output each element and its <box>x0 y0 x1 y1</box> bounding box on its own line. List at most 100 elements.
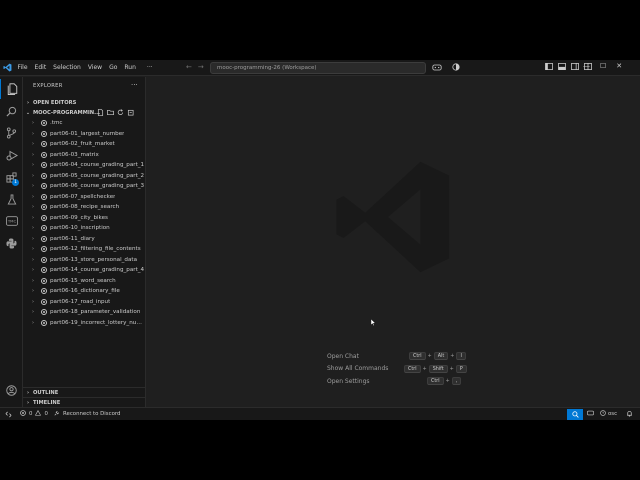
chevron-right-icon: › <box>32 298 34 305</box>
menu-go[interactable]: Go <box>106 64 121 71</box>
tree-item[interactable]: › part06-02_fruit_market <box>23 139 146 150</box>
chevron-right-icon: › <box>32 193 34 200</box>
chevron-right-icon: › <box>32 288 34 295</box>
tree-item[interactable]: › part06-03_matrix <box>23 150 146 161</box>
testing-icon[interactable] <box>0 189 23 209</box>
tree-item[interactable]: › part06-07_spellchecker <box>23 192 146 203</box>
tree-item[interactable]: › part06-06_course_grading_part_3 <box>23 181 146 192</box>
shortcut-label: Show All Commands <box>327 365 389 372</box>
folder-icon <box>41 246 47 253</box>
tree-item[interactable]: › part06-16_dictionary_file <box>23 286 146 297</box>
outline-section[interactable]: › OUTLINE <box>23 387 146 397</box>
tree-item[interactable]: › .tmc <box>23 118 146 129</box>
warning-icon <box>35 409 42 418</box>
folder-icon <box>41 256 47 263</box>
tmc-icon[interactable]: TMC <box>0 211 23 231</box>
tree-item[interactable]: › part06-14_course_grading_part_4 <box>23 265 146 276</box>
search-icon[interactable] <box>0 101 23 121</box>
back-arrow-icon[interactable]: ← <box>186 63 192 71</box>
account-icon[interactable] <box>0 380 23 400</box>
menu-file[interactable]: File <box>14 64 31 71</box>
discord-status[interactable]: Reconnect to Discord <box>54 408 120 420</box>
tree-item[interactable]: › part06-05_course_grading_part_2 <box>23 171 146 182</box>
folder-icon <box>41 193 47 200</box>
workspace-section[interactable]: ⌄ MOOC-PROGRAMMIN... <box>23 108 146 118</box>
tree-item-label: part06-07_spellchecker <box>50 193 116 200</box>
folder-icon <box>41 277 47 284</box>
chevron-right-icon: › <box>32 141 34 148</box>
explorer-title: EXPLORER <box>33 83 63 89</box>
toggle-panel-icon[interactable] <box>558 63 566 72</box>
key: Ctrl <box>404 364 421 373</box>
tree-item[interactable]: › part06-17_road_input <box>23 297 146 308</box>
timeline-section[interactable]: › TIMELINE <box>23 397 146 407</box>
folder-icon <box>41 130 47 137</box>
remote-indicator-icon[interactable] <box>0 408 16 420</box>
toggle-primary-sidebar-icon[interactable] <box>545 63 553 72</box>
menu-view[interactable]: View <box>84 64 105 71</box>
notifications-bell-icon[interactable] <box>626 410 633 419</box>
new-folder-icon[interactable] <box>107 109 114 118</box>
collapse-all-icon[interactable] <box>127 109 134 118</box>
chevron-right-icon: › <box>32 162 34 169</box>
accounts-icon[interactable] <box>452 63 460 74</box>
tree-item[interactable]: › part06-15_word_search <box>23 276 146 287</box>
mouse-cursor-icon <box>370 311 376 330</box>
explorer-icon[interactable] <box>0 79 23 99</box>
folder-icon <box>41 298 47 305</box>
key: Ctrl <box>409 352 426 360</box>
maximize-icon[interactable]: ☐ <box>600 62 606 70</box>
tree-item[interactable]: › part06-18_parameter_validation <box>23 307 146 318</box>
command-center[interactable]: mooc-programming-26 (Workspace) <box>210 62 426 74</box>
new-file-icon[interactable] <box>97 108 104 118</box>
chevron-right-icon: › <box>26 389 30 396</box>
tree-item[interactable]: › part06-08_recipe_search <box>23 202 146 213</box>
zoom-icon[interactable] <box>567 408 583 420</box>
refresh-icon[interactable] <box>117 108 124 118</box>
python-icon[interactable] <box>0 233 23 253</box>
tree-item-label: part06-08_recipe_search <box>50 204 120 211</box>
tree-item[interactable]: › part06-01_largest_number <box>23 129 146 140</box>
chevron-right-icon: › <box>32 256 34 263</box>
chevron-right-icon: › <box>32 183 34 190</box>
discord-label: Reconnect to Discord <box>63 411 121 417</box>
minimize-icon[interactable]: — <box>583 62 590 70</box>
forward-arrow-icon[interactable]: → <box>198 63 204 71</box>
folder-icon <box>41 267 47 274</box>
nav-arrows: ← → <box>186 63 204 71</box>
menu-run[interactable]: Run <box>121 64 140 71</box>
toggle-secondary-sidebar-icon[interactable] <box>571 63 579 72</box>
tree-item[interactable]: › part06-10_inscription <box>23 223 146 234</box>
folder-icon <box>41 141 47 148</box>
close-icon[interactable]: ✕ <box>616 62 622 70</box>
run-debug-icon[interactable] <box>0 145 23 165</box>
file-tree: › .tmc › part06-01_largest_number › part06-02… <box>23 118 146 388</box>
menu-edit[interactable]: Edit <box>31 64 50 71</box>
timer-status[interactable]: osc <box>600 408 617 420</box>
menu-more[interactable]: ··· <box>143 64 156 71</box>
extensions-icon[interactable]: 1 <box>0 167 23 187</box>
menu-bar: File Edit Selection View Go Run ··· <box>14 64 156 71</box>
tree-item-label: .tmc <box>50 120 63 127</box>
chevron-right-icon: › <box>32 172 34 179</box>
tree-item[interactable]: › part06-11_diary <box>23 234 146 245</box>
tree-item[interactable]: › part06-04_course_grading_part_1 <box>23 160 146 171</box>
open-editors-section[interactable]: › OPEN EDITORS <box>23 98 146 108</box>
copilot-status-icon[interactable] <box>587 410 594 418</box>
editor-area[interactable]: Open Chat Ctrl + Alt + I Show All Commands… <box>147 77 640 407</box>
problems-indicator[interactable]: 0 0 <box>20 408 48 420</box>
explorer-more-icon[interactable]: ··· <box>131 81 138 89</box>
timeline-label: TIMELINE <box>33 399 61 406</box>
tree-item[interactable]: › part06-12_filtering_file_contents <box>23 244 146 255</box>
copilot-icon[interactable] <box>432 63 442 74</box>
folder-icon <box>41 288 47 295</box>
vscode-watermark-icon <box>334 157 454 281</box>
chevron-right-icon: › <box>32 246 34 253</box>
tree-item[interactable]: › part06-13_store_personal_data <box>23 255 146 266</box>
tree-item[interactable]: › part06-09_city_bikes <box>23 213 146 224</box>
folder-icon <box>41 172 47 179</box>
source-control-icon[interactable] <box>0 123 23 143</box>
tree-item[interactable]: › part06-19_incorrect_lottery_num... <box>23 318 146 329</box>
error-count: 0 <box>29 411 33 417</box>
menu-selection[interactable]: Selection <box>50 64 85 71</box>
